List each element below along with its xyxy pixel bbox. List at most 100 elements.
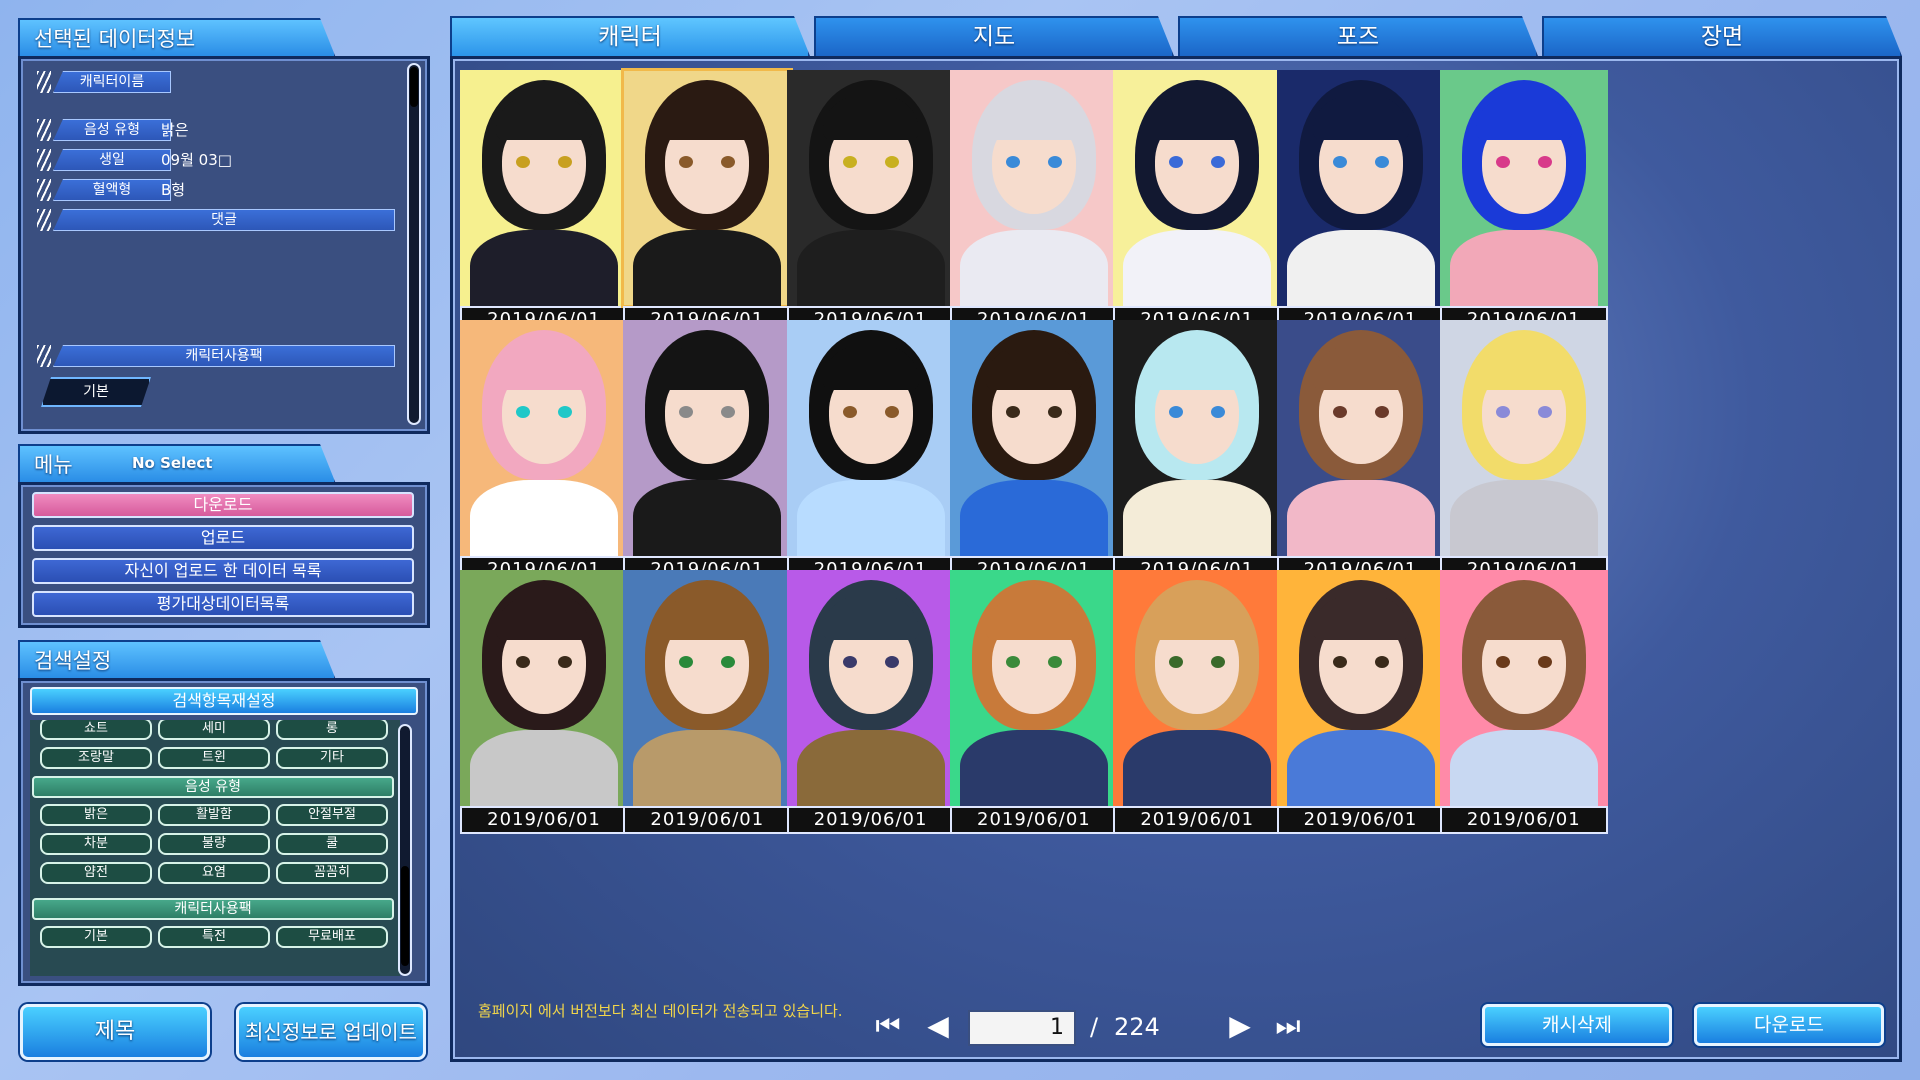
body-shape: [1449, 730, 1598, 806]
upload-date: 2019/06/01: [949, 806, 1118, 834]
menu-my-uploads-button[interactable]: 자신이 업로드 한 데이터 목록: [32, 558, 414, 584]
info-scroll-thumb[interactable]: [410, 67, 418, 107]
character-card[interactable]: 2019/06/01: [949, 70, 1118, 338]
eye-shape: [558, 656, 572, 668]
filter-voice-restless[interactable]: 안절부절: [276, 804, 388, 826]
last-page-icon[interactable]: ⏭: [1268, 1006, 1308, 1046]
filter-voice-bright[interactable]: 밝은: [40, 804, 152, 826]
download-button[interactable]: 다운로드: [1694, 1004, 1884, 1046]
character-card[interactable]: 2019/06/01: [1276, 570, 1445, 838]
bangs-shape: [1475, 96, 1572, 140]
filter-voice-meticulous[interactable]: 꼼꼼히: [276, 862, 388, 884]
filter-voice-cool[interactable]: 쿨: [276, 833, 388, 855]
clear-cache-button[interactable]: 캐시삭제: [1482, 1004, 1672, 1046]
character-card[interactable]: 2019/06/01: [786, 320, 955, 588]
birthday-label: 생일: [53, 149, 171, 171]
filter-other[interactable]: 기타: [276, 747, 388, 769]
filter-twin[interactable]: 트윈: [158, 747, 270, 769]
tab-map[interactable]: 지도: [814, 16, 1174, 56]
filter-pack-bonus[interactable]: 특전: [158, 926, 270, 948]
eye-shape: [842, 156, 857, 168]
filter-long[interactable]: 롱: [276, 720, 388, 740]
character-grid: 2019/06/01 2019/06/01 2019/06/01 2019/06/01…: [460, 68, 1892, 980]
bangs-shape: [1475, 596, 1572, 640]
filter-voice-seductive[interactable]: 요염: [158, 862, 270, 884]
character-thumbnail: [949, 320, 1118, 556]
filter-voice-active[interactable]: 활발함: [158, 804, 270, 826]
update-latest-button[interactable]: 최신정보로 업데이트: [236, 1004, 426, 1060]
character-thumbnail: [1439, 320, 1608, 556]
character-card[interactable]: 2019/06/01: [460, 320, 628, 588]
eye-shape: [558, 156, 572, 168]
character-card[interactable]: 2019/06/01: [1276, 320, 1445, 588]
first-page-icon[interactable]: ⏮: [868, 1006, 908, 1046]
filter-voice-calm[interactable]: 차분: [40, 833, 152, 855]
body-shape: [1286, 730, 1435, 806]
eye-shape: [1005, 406, 1020, 418]
comment-label: 댓글: [53, 209, 395, 231]
stripe-decoration: [37, 209, 51, 231]
character-card[interactable]: 2019/06/01: [460, 70, 628, 338]
menu-rating-list-button[interactable]: 평가대상데이터목록: [32, 591, 414, 617]
character-card[interactable]: 2019/06/01: [1439, 70, 1608, 338]
eye-shape: [1332, 656, 1347, 668]
page-input[interactable]: 1: [968, 1010, 1076, 1046]
character-thumbnail: [1113, 70, 1282, 306]
body-shape: [633, 480, 782, 556]
bangs-shape: [496, 346, 592, 390]
blood-type-value: B형: [161, 181, 186, 199]
char-pack-header: 캐릭터사용팩: [32, 898, 394, 920]
bangs-shape: [822, 96, 919, 140]
title-button[interactable]: 제목: [20, 1004, 210, 1060]
character-card[interactable]: 2019/06/01: [786, 70, 955, 338]
character-thumbnail: [1439, 70, 1608, 306]
page-separator: /: [1090, 1013, 1099, 1041]
character-card[interactable]: 2019/06/01: [460, 570, 628, 838]
info-scrollbar[interactable]: [407, 63, 421, 425]
character-card[interactable]: 2019/06/01: [621, 68, 794, 338]
tab-pose[interactable]: 포즈: [1178, 16, 1538, 56]
search-scroll-thumb[interactable]: [401, 866, 409, 966]
menu-download-button[interactable]: 다운로드: [32, 492, 414, 518]
character-card[interactable]: 2019/06/01: [1439, 320, 1608, 588]
bangs-shape: [1475, 346, 1572, 390]
filter-pack-free[interactable]: 무료배포: [276, 926, 388, 948]
eye-shape: [1495, 656, 1510, 668]
character-card[interactable]: 2019/06/01: [1113, 70, 1282, 338]
bangs-shape: [1312, 346, 1409, 390]
char-pack-value: 기본: [41, 377, 151, 407]
filter-short[interactable]: 쇼트: [40, 720, 152, 740]
body-shape: [1123, 480, 1272, 556]
upload-date: 2019/06/01: [1276, 806, 1445, 834]
body-shape: [633, 230, 782, 306]
character-card[interactable]: 2019/06/01: [786, 570, 955, 838]
prev-page-icon[interactable]: ◀: [918, 1006, 958, 1046]
character-card[interactable]: 2019/06/01: [949, 320, 1118, 588]
bangs-shape: [659, 346, 756, 390]
filter-semi[interactable]: 세미: [158, 720, 270, 740]
character-card[interactable]: 2019/06/01: [1113, 570, 1282, 838]
next-page-icon[interactable]: ▶: [1220, 1006, 1260, 1046]
search-settings-title: 검색설정: [18, 640, 336, 680]
character-card[interactable]: 2019/06/01: [1276, 70, 1445, 338]
tab-character[interactable]: 캐릭터: [450, 16, 810, 56]
filter-pack-basic[interactable]: 기본: [40, 926, 152, 948]
menu-title-text: 메뉴: [34, 453, 73, 477]
character-card[interactable]: 2019/06/01: [623, 320, 792, 588]
filter-voice-delinquent[interactable]: 불량: [158, 833, 270, 855]
search-reset-button[interactable]: 검색항목재설정: [30, 687, 418, 715]
filter-ponytail[interactable]: 조랑말: [40, 747, 152, 769]
search-scrollbar[interactable]: [398, 724, 412, 976]
eye-shape: [1374, 656, 1389, 668]
tab-scene[interactable]: 장면: [1542, 16, 1902, 56]
character-card[interactable]: 2019/06/01: [1439, 570, 1608, 838]
character-card[interactable]: 2019/06/01: [949, 570, 1118, 838]
character-thumbnail: [949, 570, 1118, 806]
character-card[interactable]: 2019/06/01: [1113, 320, 1282, 588]
voice-type-label: 음성 유형: [53, 119, 171, 141]
menu-upload-button[interactable]: 업로드: [32, 525, 414, 551]
character-thumbnail: [460, 570, 628, 806]
filter-voice-gentle[interactable]: 얌전: [40, 862, 152, 884]
bangs-shape: [822, 596, 919, 640]
character-card[interactable]: 2019/06/01: [623, 570, 792, 838]
